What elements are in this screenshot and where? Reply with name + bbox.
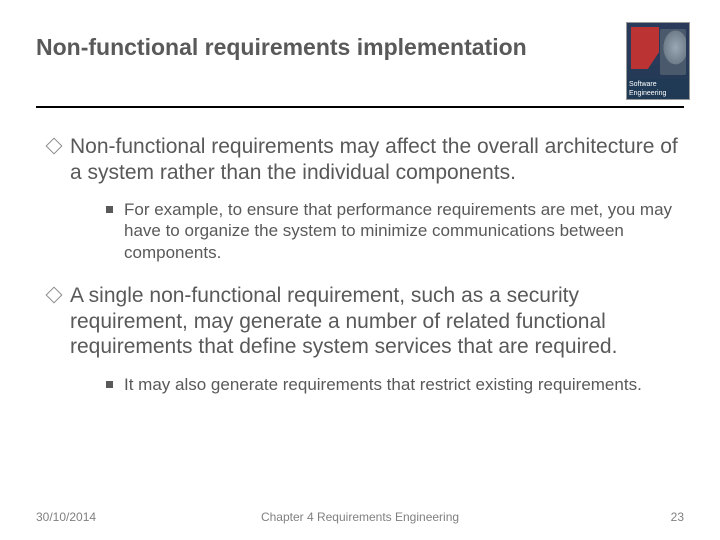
sub-bullet-list: For example, to ensure that performance …: [70, 199, 684, 263]
slide: Non-functional requirements implementati…: [0, 0, 720, 540]
title-divider: [36, 106, 684, 108]
footer-page-number: 23: [671, 510, 684, 524]
sub-bullet-list: It may also generate requirements that r…: [70, 374, 684, 395]
title-row: Non-functional requirements implementati…: [36, 28, 684, 100]
slide-title: Non-functional requirements implementati…: [36, 28, 527, 61]
list-item: It may also generate requirements that r…: [106, 374, 684, 395]
sub-bullet-text: For example, to ensure that performance …: [124, 200, 672, 262]
footer-date: 30/10/2014: [36, 510, 96, 524]
slide-footer: 30/10/2014 Chapter 4 Requirements Engine…: [36, 510, 684, 524]
bullet-text: Non-functional requirements may affect t…: [70, 135, 678, 184]
bullet-list: Non-functional requirements may affect t…: [36, 134, 684, 395]
sub-bullet-text: It may also generate requirements that r…: [124, 375, 642, 394]
book-cover-label: Software Engineering: [627, 79, 689, 99]
book-cover-image: Software Engineering: [626, 22, 690, 100]
bullet-text: A single non-functional requirement, suc…: [70, 284, 617, 358]
footer-chapter: Chapter 4 Requirements Engineering: [36, 510, 684, 524]
list-item: Non-functional requirements may affect t…: [48, 134, 684, 263]
list-item: For example, to ensure that performance …: [106, 199, 684, 263]
list-item: A single non-functional requirement, suc…: [48, 283, 684, 395]
